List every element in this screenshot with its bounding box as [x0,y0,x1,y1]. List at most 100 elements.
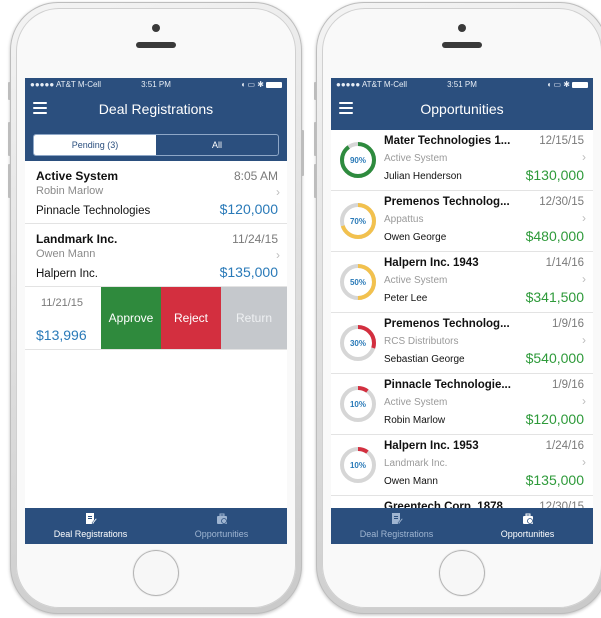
return-button[interactable]: Return [221,287,287,349]
contact-name: Owen George [384,232,447,243]
probability-ring: 90% [340,142,376,178]
contact-name: Sebastian George [384,354,465,365]
opportunity-name: Halpern Inc. 1953 [384,440,479,452]
page-title: Deal Registrations [98,101,214,117]
opportunity-item[interactable]: 30% Premenos Technolog... 1/9/16 RCS Distri… [331,313,593,374]
probability-label: 10% [350,461,366,470]
contact-name: Julian Henderson [384,171,462,182]
item-time: 8:05 AM [233,169,278,183]
item-date: 11/21/15 [41,297,84,309]
tab-bar: Deal Registrations Opportunities [331,508,593,544]
edit-document-icon [85,513,97,525]
probability-ring: 30% [340,325,376,361]
segmented-control: Pending (3) All [33,134,279,156]
partner-name: Appattus [384,214,424,225]
opportunity-amount: $341,500 [525,289,584,305]
tab-label: Deal Registrations [359,529,434,539]
opportunity-item[interactable]: 70% Premenos Technolog... 12/30/15 Appattus… [331,191,593,252]
probability-ring: 10% [340,447,376,483]
item-time: 11/24/15 [232,232,278,246]
partner-name: Landmark Inc. [36,232,118,246]
segment-all[interactable]: All [156,135,278,155]
opportunity-amount: $540,000 [525,350,584,366]
contact-name: Peter Lee [384,293,428,304]
clock: 3:51 PM [447,80,477,89]
briefcase-icon [216,513,228,525]
deal-registrations-screen: ●●●●● AT&T M-Cell 3:51 PM ◖ ▭ ✱ Deal Reg… [25,78,287,544]
opportunity-amount: $480,000 [525,228,584,244]
chevron-right-icon: › [276,248,280,262]
status-bar: ●●●●● AT&T M-Cell 3:51 PM ◖ ▭ ✱ [331,78,593,92]
chevron-right-icon: › [582,455,586,469]
chevron-right-icon: › [276,185,280,199]
probability-label: 50% [350,278,366,287]
speaker-grille [136,42,176,48]
segment-pending[interactable]: Pending (3) [34,135,156,155]
list-item[interactable]: Landmark Inc. 11/24/15 Owen Mann › Halpe… [25,224,287,287]
tab-deal-registrations[interactable]: Deal Registrations [331,508,462,544]
probability-label: 30% [350,339,366,348]
opportunity-item[interactable]: 10% Pinnacle Technologie... 1/9/16 Active S… [331,374,593,435]
probability-label: 10% [350,400,366,409]
edit-document-icon [391,513,403,525]
deal-amount: $120,000 [219,201,278,217]
header: ●●●●● AT&T M-Cell 3:51 PM ◖ ▭ ✱ Opportun… [331,78,593,130]
close-date: 1/9/16 [552,379,584,391]
tab-label: Opportunities [194,529,249,539]
tab-bar: Deal Registrations Opportunities [25,508,287,544]
home-button[interactable] [439,550,485,596]
tab-opportunities[interactable]: Opportunities [156,508,287,544]
reject-button[interactable]: Reject [161,287,221,349]
opportunity-name: Halpern Inc. 1943 [384,257,479,269]
close-date: 12/15/15 [539,135,584,147]
approve-button[interactable]: Approve [101,287,161,349]
partner-name: Active System [384,275,448,286]
partner-name: Active System [384,397,448,408]
probability-ring: 50% [340,264,376,300]
probability-ring: 70% [340,203,376,239]
chevron-right-icon: › [582,333,586,347]
opportunities-screen: ●●●●● AT&T M-Cell 3:51 PM ◖ ▭ ✱ Opportun… [331,78,593,544]
tab-opportunities[interactable]: Opportunities [462,508,593,544]
chevron-right-icon: › [582,211,586,225]
opportunity-name: Mater Technologies 1... [384,135,511,147]
opportunity-name: Premenos Technolog... [384,196,510,208]
chevron-right-icon: › [582,150,586,164]
company-name: Halpern Inc. [36,268,99,280]
probability-ring: 10% [340,386,376,422]
opportunity-name: Pinnacle Technologie... [384,379,511,391]
contact-name: Robin Marlow [384,415,446,426]
probability-label: 70% [350,217,366,226]
partner-name: Active System [36,169,119,183]
contact-name: Owen Mann [384,476,438,487]
page-title: Opportunities [420,101,504,117]
clock: 3:51 PM [141,80,171,89]
swiped-list-item[interactable]: 11/21/15 $13,996 Approve Reject Return [25,287,287,350]
opportunity-item[interactable]: 10% Halpern Inc. 1953 1/24/16 Landmark Inc.… [331,435,593,496]
header: ●●●●● AT&T M-Cell 3:51 PM ◖ ▭ ✱ Deal Reg… [25,78,287,130]
opportunity-amount: $135,000 [525,472,584,488]
speaker-grille [442,42,482,48]
close-date: 1/24/16 [545,440,584,452]
probability-label: 90% [350,156,366,165]
camera-icon [458,24,466,32]
partner-name: Landmark Inc. [384,458,448,469]
list-item[interactable]: Active System 8:05 AM Robin Marlow › Pin… [25,161,287,224]
home-button[interactable] [133,550,179,596]
camera-icon [152,24,160,32]
deal-amount: $135,000 [219,264,278,280]
opportunity-amount: $120,000 [525,411,584,427]
opportunity-item[interactable]: 90% Mater Technologies 1... 12/15/15 Active… [331,130,593,191]
opportunity-item[interactable]: 50% Halpern Inc. 1943 1/14/16 Active System… [331,252,593,313]
close-date: 12/30/15 [539,196,584,208]
tab-deal-registrations[interactable]: Deal Registrations [25,508,156,544]
tab-label: Deal Registrations [53,529,128,539]
company-name: Pinnacle Technologies [36,205,151,217]
close-date: 1/14/16 [545,257,584,269]
close-date: 1/9/16 [552,318,584,330]
chevron-right-icon: › [582,394,586,408]
opportunity-amount: $130,000 [525,167,584,183]
contact-name: Robin Marlow [36,185,104,197]
deal-amount: $13,996 [36,327,87,343]
status-bar: ●●●●● AT&T M-Cell 3:51 PM ◖ ▭ ✱ [25,78,287,92]
